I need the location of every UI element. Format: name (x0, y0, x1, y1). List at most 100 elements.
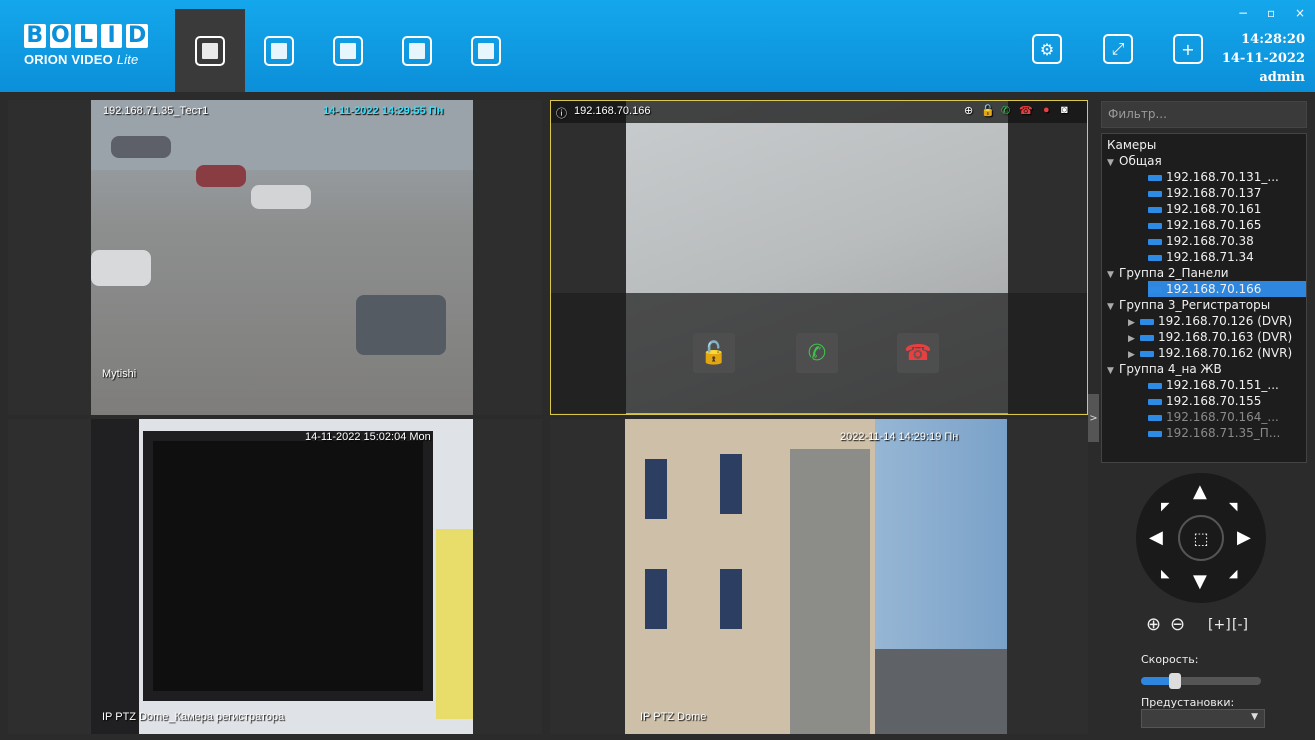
video-cell[interactable]: 14-11-2022 15:02:04 Mon IP PTZ Dome_Каме… (8, 419, 542, 734)
focus-far-icon[interactable]: [-] (1232, 617, 1248, 633)
hangup-icon[interactable]: ☎ (1019, 104, 1033, 117)
video-cell[interactable]: 2022-11-14 14:29:19 Пн IP PTZ Dome (550, 419, 1088, 734)
speed-slider-handle[interactable] (1168, 673, 1181, 689)
fullscreen-button[interactable]: ⤢ (1103, 34, 1133, 64)
camera-timestamp: 2022-11-14 14:29:19 Пн (840, 431, 959, 443)
tree-item[interactable]: 192.168.70.155 (1148, 393, 1261, 409)
area-zoom-icon[interactable]: ⬚ (1178, 515, 1224, 561)
arrow-down-right-icon[interactable]: ◢ (1229, 565, 1237, 583)
gear-icon: ⚙ (1039, 39, 1055, 59)
tree-item-selected[interactable]: 192.168.70.166 (1148, 281, 1306, 297)
tree-item[interactable]: 192.168.71.35_П... (1148, 425, 1280, 441)
tree-group[interactable]: ▼ Группа 2_Панели (1107, 265, 1229, 281)
lock-icon[interactable]: 🔓 (981, 104, 995, 117)
nav-event-log-button[interactable] (313, 9, 383, 92)
tree-group[interactable]: ▼ Группа 4_на ЖВ (1107, 361, 1222, 377)
filter-input[interactable]: Фильтр... (1101, 101, 1307, 128)
nav-floor-plan-button[interactable] (382, 9, 452, 92)
camera-footer: IP PTZ Dome (640, 711, 707, 723)
snapshot-icon[interactable]: ◙ (1061, 104, 1068, 116)
film-clapper-icon (264, 35, 294, 66)
camera-icon (1140, 350, 1154, 357)
camera-timestamp: 14-11-2022 15:02:04 Mon (305, 431, 431, 443)
camera-icon (1148, 382, 1162, 389)
tree-item[interactable]: 192.168.71.34 (1148, 249, 1254, 265)
settings-button[interactable]: ⚙ (1032, 34, 1062, 64)
hangup-button[interactable]: ☎ (897, 333, 939, 373)
arrow-right-icon[interactable]: ▶ (1237, 529, 1251, 547)
fullscreen-icon: ⤢ (1111, 39, 1125, 58)
arrow-down-icon[interactable]: ▼ (1193, 573, 1207, 591)
cctv-camera-icon (195, 35, 225, 66)
zoom-in-icon[interactable]: ⊕ (1146, 614, 1161, 635)
camera-tree: Камеры ▼ Общая 192.168.70.131_... 192.168… (1101, 133, 1307, 463)
arrow-up-right-icon[interactable]: ◥ (1229, 498, 1237, 516)
logo-letter: O (49, 23, 72, 48)
document-search-icon (333, 35, 363, 66)
camera-timestamp: 14-11-2022 14:29:55 Пн (323, 105, 444, 117)
clock: 14:28:20 14-11-2022 admin (1222, 30, 1305, 87)
tree-item[interactable]: ▶ 192.168.70.162 (NVR) (1128, 345, 1292, 361)
tree-group[interactable]: ▼ Группа 3_Регистраторы (1107, 297, 1270, 313)
camera-icon (1140, 334, 1154, 341)
record-icon[interactable]: ● (1043, 104, 1050, 116)
arrow-up-left-icon[interactable]: ◤ (1161, 498, 1169, 516)
speed-label: Скорость: (1141, 653, 1199, 666)
maximize-button[interactable]: ▫ (1267, 6, 1275, 20)
tree-item[interactable]: 192.168.70.164_... (1148, 409, 1279, 425)
tree-item[interactable]: ▶ 192.168.70.163 (DVR) (1128, 329, 1292, 345)
intercom-overlay: 🔓 ✆ ☎ (551, 293, 1087, 413)
nav-video-archive-button[interactable] (244, 9, 314, 92)
tree-item[interactable]: 192.168.70.151_... (1148, 377, 1279, 393)
tree-item[interactable]: 192.168.70.165 (1148, 217, 1261, 233)
tree-item[interactable]: 192.168.70.137 (1148, 185, 1261, 201)
answer-call-button[interactable]: ✆ (796, 333, 838, 373)
logo-letter: I (100, 24, 123, 48)
phone-icon[interactable]: ✆ (1001, 104, 1010, 117)
video-cell[interactable]: 192.168.71.35_Тест1 14-11-2022 14:29:55 … (8, 100, 542, 415)
nav-live-view-button[interactable] (175, 9, 245, 92)
close-button[interactable]: × (1295, 6, 1305, 20)
arrow-left-icon[interactable]: ◀ (1149, 529, 1163, 547)
caret-down-icon: ▼ (1107, 270, 1114, 280)
hangup-icon: ☎ (904, 340, 932, 366)
tree-root[interactable]: Камеры (1107, 137, 1156, 153)
logo-subtitle: ORION VIDEO Lite (24, 52, 139, 67)
add-window-button[interactable]: + (1173, 34, 1203, 64)
tree-group[interactable]: ▼ Общая (1107, 153, 1162, 169)
caret-down-icon: ▼ (1107, 366, 1114, 376)
phone-icon: ✆ (807, 340, 827, 366)
camera-icon (1148, 254, 1162, 261)
nav-layout-button[interactable] (451, 9, 521, 92)
presets-select[interactable]: ▼ (1141, 709, 1265, 728)
chevron-down-icon: ▼ (1251, 712, 1258, 722)
video-cell-selected[interactable]: ⓘ 192.168.70.166 ⊕ 🔓 ✆ ☎ ● ◙ 🔓 ✆ ☎ (550, 100, 1088, 415)
tree-item[interactable]: 192.168.70.38 (1148, 233, 1254, 249)
collapse-panel-button[interactable]: > (1088, 394, 1099, 442)
minimize-button[interactable]: − (1238, 6, 1248, 20)
zoom-out-icon[interactable]: ⊖ (1170, 614, 1185, 635)
grid-layout-icon (471, 35, 501, 66)
camera-feed (91, 100, 473, 415)
ptz-joystick[interactable]: ▲ ▼ ◀ ▶ ◤ ◥ ◣ ◢ ⬚ (1136, 473, 1266, 603)
username: admin (1259, 70, 1305, 85)
speed-slider[interactable] (1141, 673, 1261, 689)
tree-item[interactable]: 192.168.70.161 (1148, 201, 1261, 217)
tree-item[interactable]: 192.168.70.131_... (1148, 169, 1279, 185)
camera-icon (1148, 206, 1162, 213)
tree-item[interactable]: ▶ 192.168.70.126 (DVR) (1128, 313, 1292, 329)
unlock-door-button[interactable]: 🔓 (693, 333, 735, 373)
arrow-down-left-icon[interactable]: ◣ (1161, 565, 1169, 583)
camera-icon (1148, 398, 1162, 405)
camera-icon (1148, 174, 1162, 181)
info-icon[interactable]: ⓘ (556, 105, 567, 121)
zoom-icon[interactable]: ⊕ (964, 104, 973, 117)
camera-icon (1140, 318, 1154, 325)
focus-near-icon[interactable]: [+] (1208, 617, 1231, 633)
camera-feed (91, 419, 473, 734)
camera-icon (1148, 222, 1162, 229)
unlock-icon: 🔓 (700, 340, 728, 366)
camera-icon (1148, 190, 1162, 197)
time: 14:28:20 (1241, 32, 1305, 47)
arrow-up-icon[interactable]: ▲ (1193, 483, 1207, 501)
